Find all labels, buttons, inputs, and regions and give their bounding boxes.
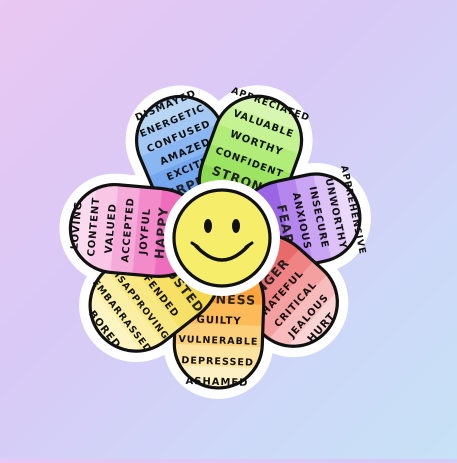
emotion-word: ASHAMED [185, 376, 248, 389]
emotion-flower: SURPRISEDEXCITEDAMAZEDCONFUSEDENERGETICD… [59, 82, 371, 399]
emotion-word: GUILTY [196, 315, 242, 328]
smiley-face-icon [164, 180, 280, 296]
emotion-flower-sticker: SURPRISED EXCITED AMAZED CONFUSED ENERGETIC D… [0, 0, 457, 459]
